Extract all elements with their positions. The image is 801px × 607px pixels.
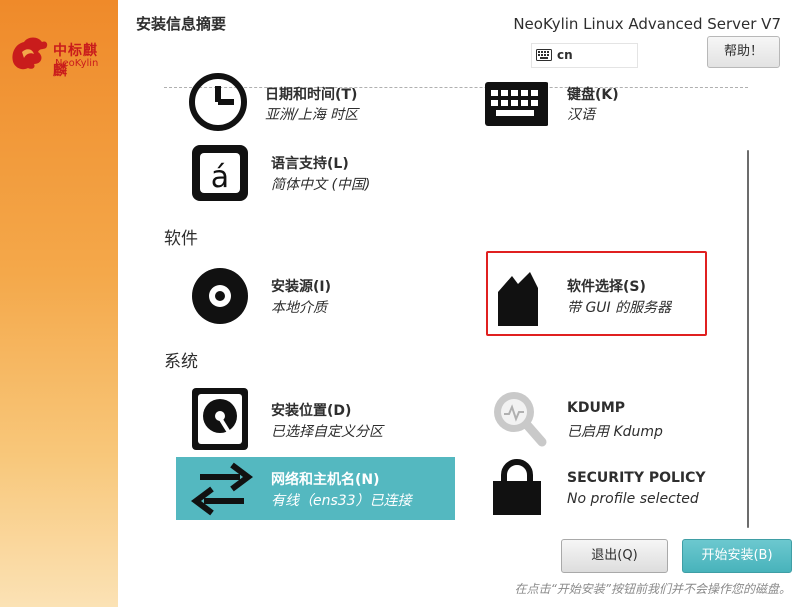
page-title: 安装信息摘要 — [136, 15, 227, 33]
help-button[interactable]: 帮助！ — [707, 36, 780, 68]
spoke-kdump-status: 已启用 Kdump — [567, 424, 663, 440]
spoke-network-title: 网络和主机名(N) — [271, 472, 380, 488]
spoke-security-policy-title: SECURITY POLICY — [567, 470, 706, 486]
spoke-language-status: 简体中文 (中国) — [271, 177, 371, 193]
spoke-keyboard-status: 汉语 — [567, 107, 595, 123]
keyboard-icon — [484, 68, 549, 132]
section-system: 系统 — [164, 352, 198, 372]
spoke-software-selection[interactable]: 软件选择(S) 带 GUI 的服务器 — [496, 266, 776, 330]
spoke-security-policy-status: No profile selected — [567, 491, 699, 507]
kylin-logo-icon — [12, 37, 48, 70]
begin-installation-button[interactable]: 开始安装(B) — [682, 539, 792, 573]
hard-disk-icon — [190, 386, 254, 450]
quit-button[interactable]: 退出(Q) — [561, 539, 668, 573]
spoke-security-policy[interactable]: SECURITY POLICY No profile selected — [490, 457, 770, 521]
clock-icon — [188, 68, 252, 132]
footer-note: 在点击“开始安装”按钮前我们并不会操作您的磁盘。 — [514, 582, 791, 596]
spoke-kdump-title: KDUMP — [567, 400, 626, 416]
spoke-install-source-status: 本地介质 — [271, 300, 327, 316]
spoke-keyboard[interactable]: 键盘(K) 汉语 — [484, 68, 764, 132]
product-name: NeoKylin Linux Advanced Server V7 — [513, 15, 781, 33]
logo-text-en: NeoKylin — [55, 58, 99, 69]
package-icon — [496, 266, 560, 330]
spoke-install-destination-title: 安装位置(D) — [271, 403, 352, 419]
spoke-keyboard-title: 键盘(K) — [567, 87, 619, 103]
spoke-install-destination[interactable]: 安装位置(D) 已选择自定义分区 — [190, 386, 470, 450]
network-arrows-icon — [190, 457, 254, 521]
main-panel: 安装信息摘要 NeoKylin Linux Advanced Server V7… — [118, 0, 801, 607]
spoke-kdump[interactable]: KDUMP 已启用 Kdump — [490, 386, 770, 450]
svg-text:á: á — [211, 160, 229, 195]
spoke-network[interactable]: 网络和主机名(N) 有线（ens33）已连接 — [190, 457, 470, 521]
spoke-datetime[interactable]: 日期和时间(T) 亚洲/上海 时区 — [188, 68, 468, 132]
language-icon: á — [190, 143, 254, 207]
neokylin-logo: 中标麒麟 NeoKylin — [8, 34, 112, 79]
disc-icon — [190, 266, 254, 330]
lock-icon — [490, 457, 554, 521]
kdump-search-icon — [490, 386, 554, 450]
spoke-network-status: 有线（ens33）已连接 — [271, 493, 412, 509]
spoke-install-destination-status: 已选择自定义分区 — [271, 424, 383, 440]
spoke-language-title: 语言支持(L) — [271, 156, 349, 172]
section-software: 软件 — [164, 229, 198, 249]
spoke-datetime-title: 日期和时间(T) — [265, 87, 358, 103]
spoke-language[interactable]: á 语言支持(L) 简体中文 (中国) — [190, 143, 470, 207]
spoke-install-source[interactable]: 安装源(I) 本地介质 — [190, 266, 470, 330]
spoke-datetime-status: 亚洲/上海 时区 — [265, 107, 359, 123]
keyboard-layout-label: cn — [557, 48, 573, 62]
spoke-software-selection-status: 带 GUI 的服务器 — [567, 300, 672, 316]
keyboard-small-icon — [536, 49, 552, 61]
spoke-install-source-title: 安装源(I) — [271, 279, 332, 295]
spoke-software-selection-title: 软件选择(S) — [567, 279, 646, 295]
sidebar: 中标麒麟 NeoKylin — [0, 0, 118, 607]
keyboard-layout-indicator[interactable]: cn — [531, 43, 638, 68]
